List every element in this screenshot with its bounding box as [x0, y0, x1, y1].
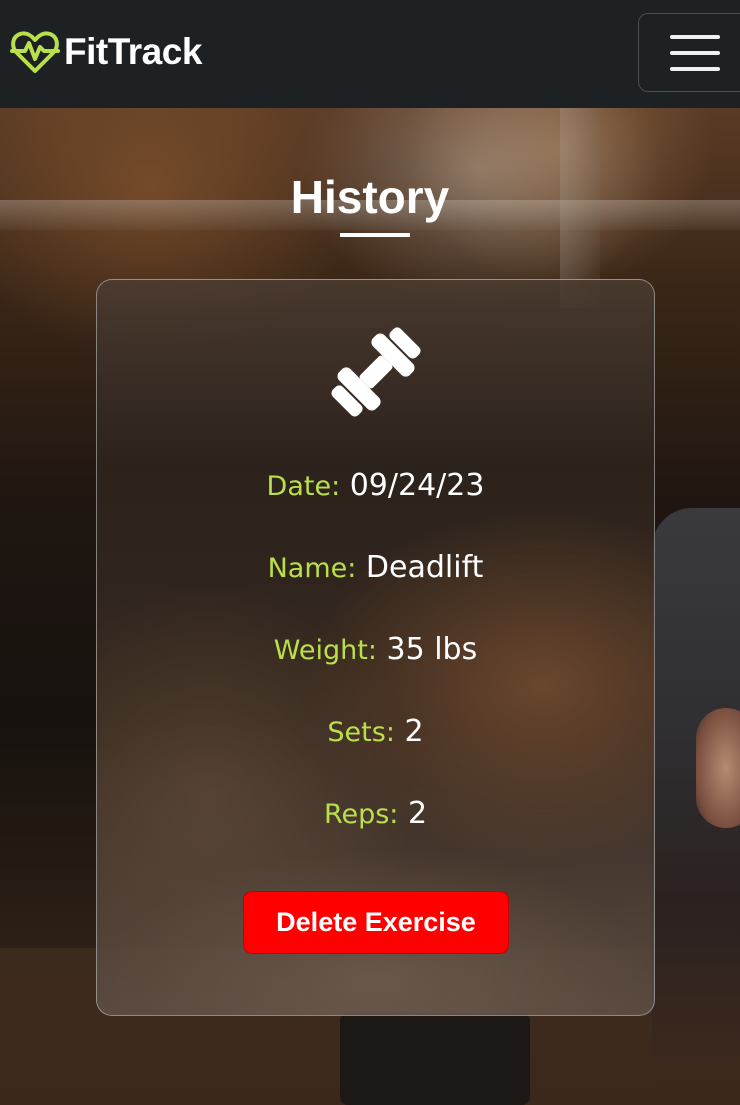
menu-toggle-button[interactable]	[638, 13, 740, 92]
dumbbell-icon	[331, 327, 421, 417]
field-date: Date: 09/24/23	[97, 468, 654, 503]
field-name-value: Deadlift	[365, 550, 484, 585]
brand-logo-link[interactable]: FitTrack	[10, 28, 202, 76]
field-weight: Weight: 35 lbs	[97, 632, 654, 667]
exercise-history-card: Date: 09/24/23 Name: Deadlift Weight: 35…	[96, 279, 655, 1016]
background-dumbbell	[340, 1013, 530, 1105]
field-weight-value: 35 lbs	[386, 632, 478, 667]
field-sets-label: Sets:	[327, 717, 395, 748]
top-navbar: FitTrack	[0, 0, 740, 108]
field-date-value: 09/24/23	[349, 468, 485, 503]
field-weight-label: Weight:	[273, 635, 377, 666]
field-reps-label: Reps:	[323, 799, 399, 830]
delete-exercise-button[interactable]: Delete Exercise	[243, 891, 509, 954]
page-title: History	[290, 171, 450, 223]
field-reps: Reps: 2	[97, 796, 654, 831]
field-reps-value: 2	[407, 796, 428, 831]
field-sets: Sets: 2	[97, 714, 654, 749]
background-person-face	[696, 708, 740, 828]
brand-name: FitTrack	[64, 31, 202, 72]
title-underline	[340, 233, 410, 237]
field-date-label: Date:	[266, 471, 341, 502]
field-name-label: Name:	[267, 553, 357, 584]
field-sets-value: 2	[404, 714, 424, 749]
heart-pulse-icon	[10, 31, 60, 73]
field-name: Name: Deadlift	[97, 550, 654, 585]
